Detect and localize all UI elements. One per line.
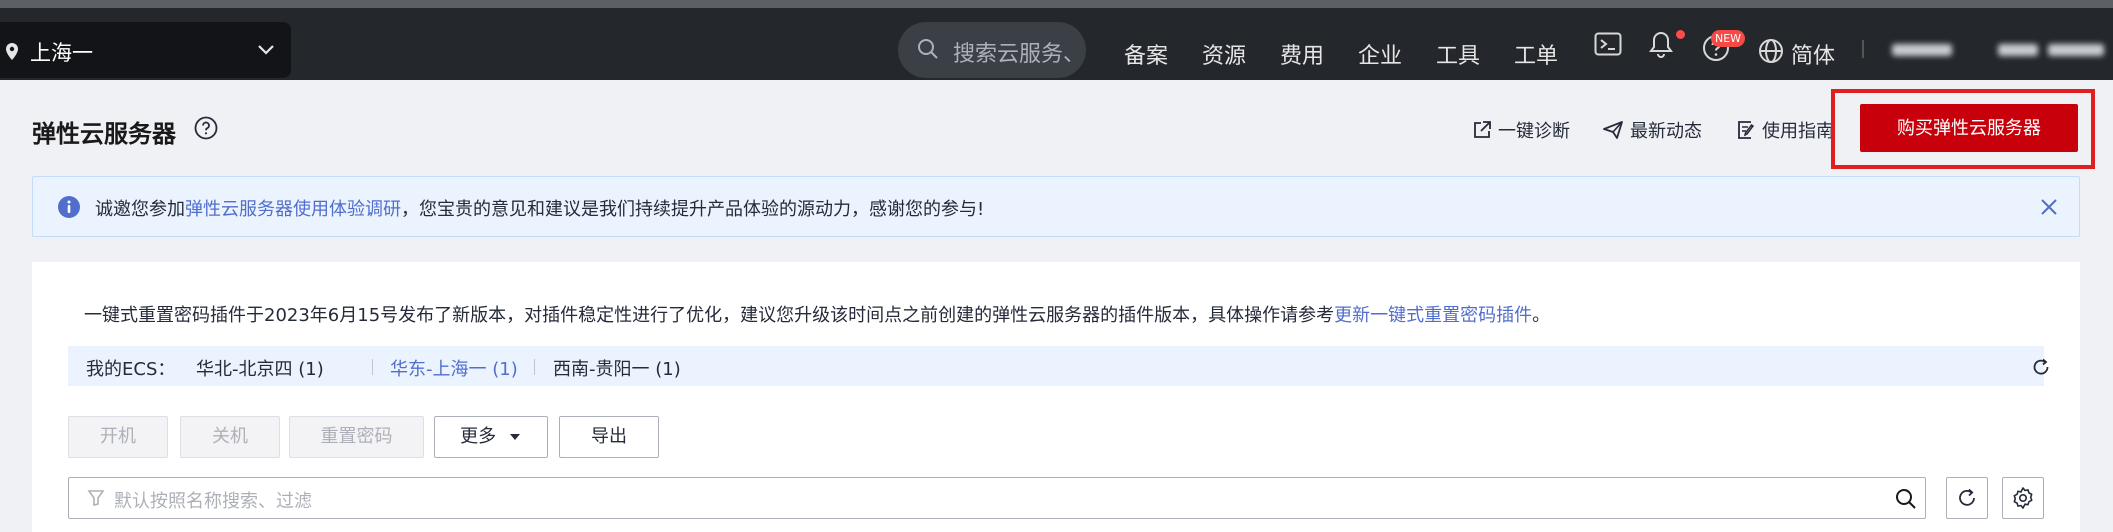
question-icon[interactable]: [194, 116, 218, 140]
reset-password-button[interactable]: 重置密码: [289, 416, 424, 458]
nav-tools[interactable]: 工具: [1436, 38, 1480, 70]
filter-search-input[interactable]: 默认按照名称搜索、过滤: [68, 477, 1926, 519]
top-navbar: 上海一 搜索云服务、 备案 资源 费用 企业 工具 工单 NEW 简体: [0, 8, 2113, 80]
account-name-blurred[interactable]: [1888, 38, 2108, 64]
bell-icon[interactable]: [1648, 30, 1674, 58]
globe-icon[interactable]: [1758, 38, 1784, 64]
more-label: 更多: [460, 426, 497, 447]
diagnose-label: 一键诊断: [1498, 121, 1570, 142]
stop-button[interactable]: 关机: [180, 416, 280, 458]
survey-notice: 诚邀您参加弹性云服务器使用体验调研，您宝贵的意见和建议是我们持续提升产品体验的源…: [32, 176, 2080, 237]
buy-ecs-button[interactable]: 购买弹性云服务器: [1860, 104, 2078, 152]
new-badge: NEW: [1711, 30, 1745, 47]
news-label: 最新动态: [1630, 121, 1702, 142]
more-dropdown[interactable]: 更多: [434, 416, 548, 458]
region-link-shanghai1[interactable]: 华东-上海一 (1): [390, 355, 518, 381]
main-content: 弹性云服务器 一键诊断 最新动态 使用指南 购买弹性云服务器 诚邀您参加弹性云服…: [0, 80, 2113, 532]
diagnose-action[interactable]: 一键诊断: [1472, 117, 1570, 143]
search-icon[interactable]: [1895, 488, 1917, 510]
navbar-divider: [1862, 40, 1864, 58]
external-link-icon: [1474, 121, 1491, 138]
my-ecs-bar: 我的ECS： 华北-北京四 (1) 华东-上海一 (1) 西南-贵阳一 (1): [68, 346, 2049, 386]
plugin-update-info: 一键式重置密码插件于2023年6月15号发布了新版本，对插件稳定性进行了优化，建…: [84, 301, 1550, 327]
search-placeholder: 搜索云服务、: [953, 42, 1086, 67]
search-icon: [918, 39, 938, 59]
region-separator: [534, 359, 535, 375]
language-selector[interactable]: 简体: [1791, 38, 1835, 70]
close-icon[interactable]: [2038, 196, 2060, 218]
nav-enterprise[interactable]: 企业: [1358, 38, 1402, 70]
my-ecs-label: 我的ECS：: [86, 359, 176, 380]
nav-tickets[interactable]: 工单: [1514, 38, 1558, 70]
region-label: 上海一: [30, 41, 93, 65]
guide-label: 使用指南: [1762, 121, 1834, 142]
notification-dot: [1676, 30, 1685, 39]
terminal-icon[interactable]: [1594, 32, 1622, 56]
notice-suffix: ，您宝贵的意见和建议是我们持续提升产品体验的源动力，感谢您的参与!: [401, 199, 985, 220]
plugin-info-text: 一键式重置密码插件于2023年6月15号发布了新版本，对插件稳定性进行了优化，建…: [84, 305, 1335, 326]
caret-down-icon: [509, 434, 520, 440]
region-link-beijing4[interactable]: 华北-北京四 (1): [196, 355, 324, 381]
plugin-info-end: 。: [1532, 305, 1551, 326]
news-action[interactable]: 最新动态: [1602, 117, 1702, 143]
location-pin-icon: [6, 43, 18, 60]
notice-prefix: 诚邀您参加: [95, 199, 185, 220]
region-link-guiyang1[interactable]: 西南-贵阳一 (1): [553, 355, 681, 381]
nav-billing[interactable]: 费用: [1280, 38, 1324, 70]
start-button[interactable]: 开机: [68, 416, 168, 458]
page-title: 弹性云服务器: [32, 120, 176, 148]
nav-beian[interactable]: 备案: [1124, 38, 1168, 70]
filter-placeholder: 默认按照名称搜索、过滤: [114, 491, 312, 512]
nav-resources[interactable]: 资源: [1202, 38, 1246, 70]
notice-text: 诚邀您参加弹性云服务器使用体验调研，您宝贵的意见和建议是我们持续提升产品体验的源…: [95, 195, 984, 221]
export-button[interactable]: 导出: [559, 416, 659, 458]
send-icon: [1603, 121, 1623, 139]
guide-action[interactable]: 使用指南: [1736, 117, 1834, 143]
global-search[interactable]: 搜索云服务、: [898, 22, 1086, 78]
document-edit-icon: [1738, 121, 1755, 139]
top-strip: [0, 0, 2113, 8]
filter-icon: [87, 490, 105, 507]
refresh-list-button[interactable]: [1946, 477, 1988, 519]
refresh-icon[interactable]: [2031, 357, 2051, 377]
instance-panel: 一键式重置密码插件于2023年6月15号发布了新版本，对插件稳定性进行了优化，建…: [32, 262, 2080, 532]
settings-button[interactable]: [2002, 477, 2044, 519]
info-icon: [58, 196, 80, 218]
region-selector[interactable]: 上海一: [0, 22, 291, 78]
plugin-update-link[interactable]: 更新一键式重置密码插件: [1334, 305, 1532, 326]
refresh-icon: [1959, 488, 1975, 506]
gear-icon: [2013, 487, 2033, 509]
survey-link[interactable]: 弹性云服务器使用体验调研: [185, 199, 401, 220]
region-separator: [372, 359, 373, 375]
chevron-down-icon: [258, 45, 274, 55]
